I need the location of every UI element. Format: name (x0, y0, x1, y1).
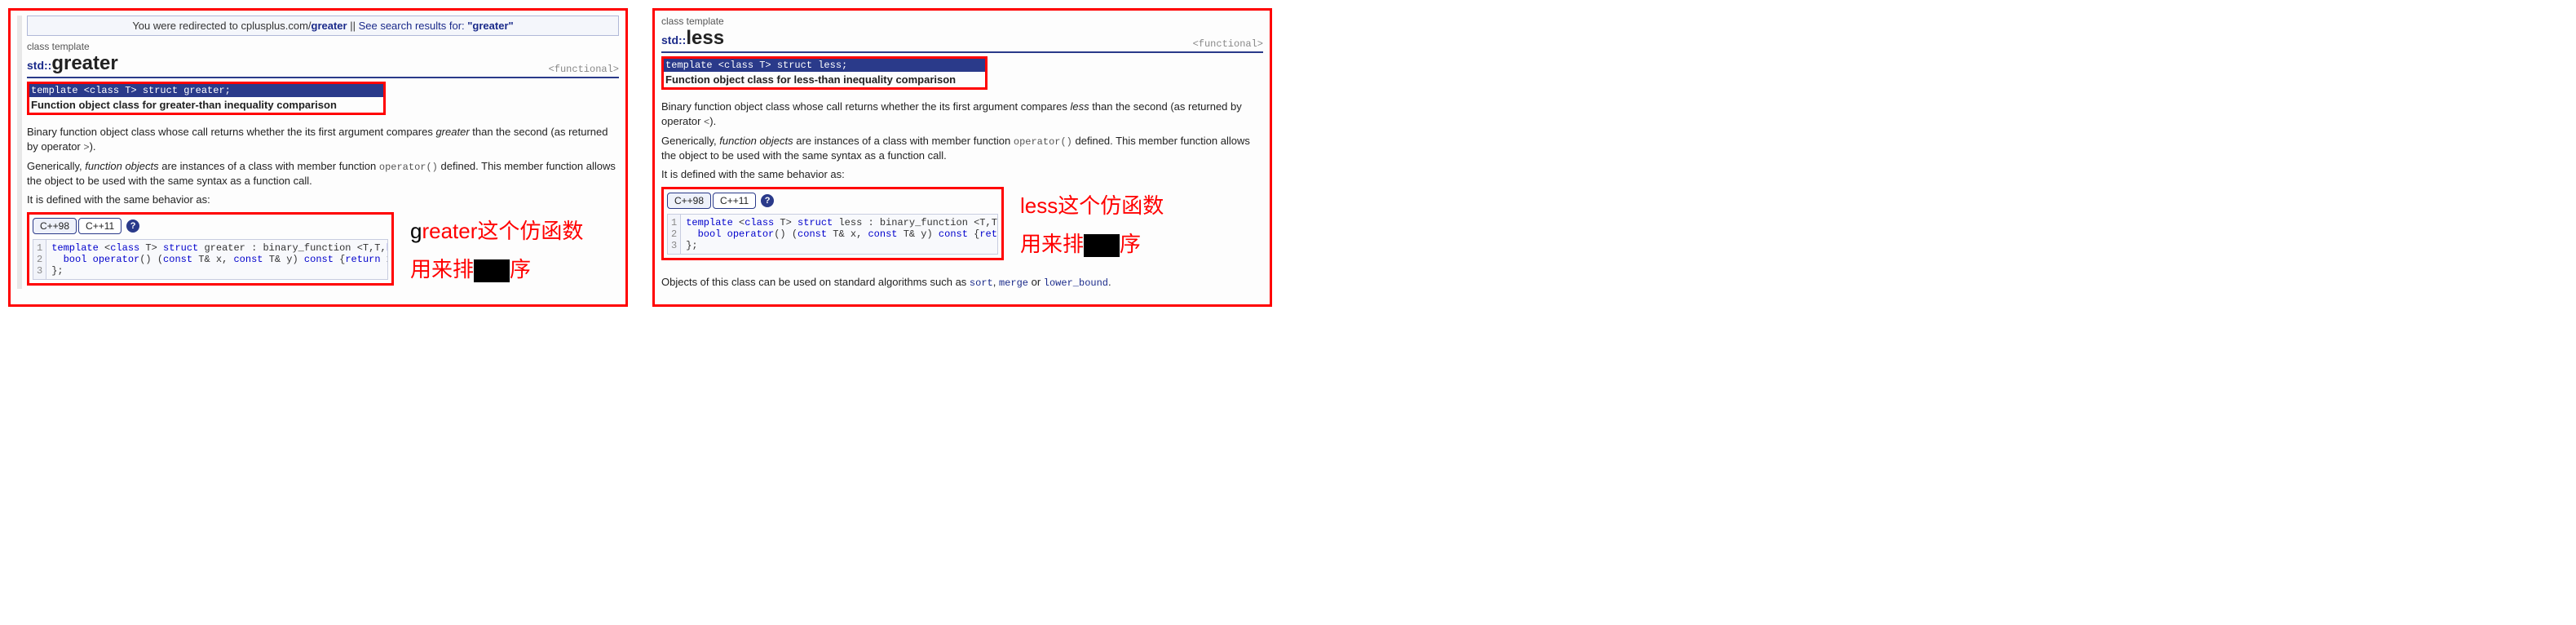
redacted-box (1084, 234, 1120, 257)
class-name: greater (51, 52, 117, 74)
redirect-sep: || (347, 20, 359, 32)
obj-end: . (1108, 276, 1111, 288)
annot-line1: greater这个仿函数 (410, 212, 583, 250)
declaration-desc: Function object class for greater-than i… (29, 97, 383, 113)
paragraph-2: Generically, function objects are instan… (661, 134, 1263, 163)
annot-line1: less这个仿函数 (1020, 187, 1164, 225)
line-numbers: 1 2 3 (668, 215, 681, 254)
tab-cpp98[interactable]: C++98 (33, 218, 77, 234)
p1-c: ). (709, 115, 716, 127)
annot-line2: 用来排序 (410, 250, 583, 289)
code-content: template <class T> struct greater : bina… (46, 240, 387, 279)
header-tag: <functional> (1193, 38, 1263, 50)
annotation-greater: greater这个仿函数 用来排序 (410, 212, 583, 289)
code-block: 1 2 3 template <class T> struct greater … (33, 239, 388, 280)
obj-a: Objects of this class can be used on sta… (661, 276, 970, 288)
declaration-box: template <class T> struct less; Function… (661, 56, 988, 90)
redirect-prefix: You were redirected to cplusplus.com/ (132, 20, 311, 32)
p2-b: are instances of a class with member fun… (159, 160, 379, 172)
code-box: C++98 C++11 ? 1 2 3 template <class T> s… (661, 187, 1004, 260)
p1-em: less (1070, 100, 1089, 113)
paragraph-1: Binary function object class whose call … (661, 100, 1263, 129)
less-panel: class template std::less <functional> te… (652, 8, 1272, 307)
scroll-gutter: You were redirected to cplusplus.com/gre… (17, 16, 619, 289)
namespace: std:: (27, 59, 51, 72)
class-name: less (686, 27, 724, 49)
version-tabs: C++98 C++11 ? (667, 193, 998, 209)
redirect-quoted: "greater" (467, 20, 513, 32)
p2-em: function objects (719, 135, 793, 147)
p2-a: Generically, (661, 135, 719, 147)
p1-a: Binary function object class whose call … (661, 100, 1070, 113)
p1-em: greater (435, 126, 469, 138)
version-tabs: C++98 C++11 ? (33, 218, 388, 234)
title: std::greater (27, 52, 118, 75)
link-sort[interactable]: sort (970, 277, 993, 289)
p2-b: are instances of a class with member fun… (793, 135, 1014, 147)
title-row: std::less <functional> (661, 27, 1263, 53)
tab-cpp11[interactable]: C++11 (78, 218, 122, 234)
kind-label: class template (661, 16, 1263, 27)
declaration-code: template <class T> struct less; (664, 59, 985, 72)
greater-panel: You were redirected to cplusplus.com/gre… (8, 8, 628, 307)
code-content: template <class T> struct less : binary_… (681, 215, 997, 254)
code-block: 1 2 3 template <class T> struct less : b… (667, 214, 998, 255)
link-lower-bound[interactable]: lower_bound (1044, 277, 1108, 289)
declaration-box: template <class T> struct greater; Funct… (27, 82, 386, 115)
help-icon[interactable]: ? (126, 219, 139, 233)
redirect-see-link[interactable]: See search results for: (359, 20, 465, 32)
p2-em: function objects (85, 160, 158, 172)
link-merge[interactable]: merge (999, 277, 1028, 289)
tab-cpp98[interactable]: C++98 (667, 193, 711, 209)
header-tag: <functional> (549, 64, 619, 75)
tab-cpp11[interactable]: C++11 (713, 193, 756, 209)
namespace: std:: (661, 33, 686, 47)
redirect-bar: You were redirected to cplusplus.com/gre… (27, 16, 619, 36)
obj-sep2: or (1028, 276, 1044, 288)
paragraph-1: Binary function object class whose call … (27, 125, 619, 154)
p1-c: ). (90, 140, 96, 153)
paragraph-3: It is defined with the same behavior as: (661, 167, 1263, 182)
objects-paragraph: Objects of this class can be used on sta… (661, 275, 1263, 290)
title: std::less (661, 27, 724, 50)
annot-line2: 用来排序 (1020, 225, 1164, 264)
kind-label: class template (27, 41, 619, 52)
declaration-desc: Function object class for less-than ineq… (664, 72, 985, 87)
p1-a: Binary function object class whose call … (27, 126, 435, 138)
redirect-term: greater (312, 20, 347, 32)
title-row: std::greater <functional> (27, 52, 619, 78)
p2-mono: operator() (1014, 136, 1072, 148)
obj-sep1: , (993, 276, 999, 288)
annotation-less: less这个仿函数 用来排序 (1020, 187, 1164, 264)
declaration-code: template <class T> struct greater; (29, 84, 383, 97)
p2-a: Generically, (27, 160, 85, 172)
paragraph-2: Generically, function objects are instan… (27, 159, 619, 188)
line-numbers: 1 2 3 (33, 240, 46, 279)
redacted-box (474, 259, 510, 282)
paragraph-3: It is defined with the same behavior as: (27, 193, 619, 207)
p1-op: > (83, 142, 89, 153)
p2-mono: operator() (379, 162, 438, 173)
code-box: C++98 C++11 ? 1 2 3 template <class T> s… (27, 212, 394, 286)
help-icon[interactable]: ? (761, 194, 774, 207)
